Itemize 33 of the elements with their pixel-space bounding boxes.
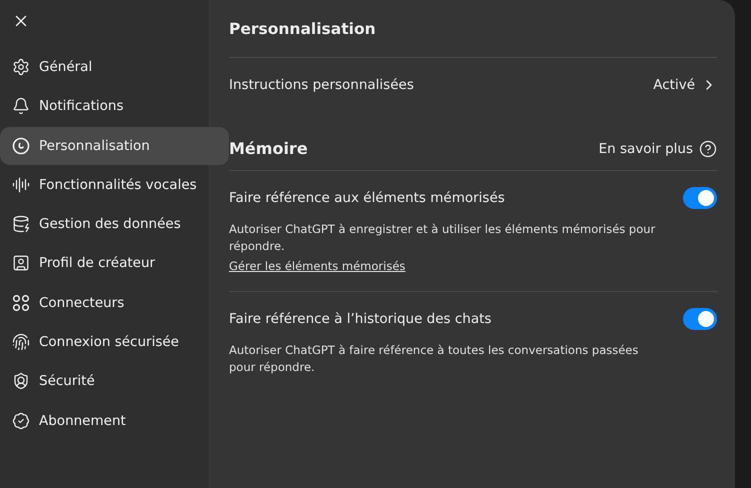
sidebar-item[interactable]: Fonctionnalités vocales	[0, 166, 229, 204]
section-title: Mémoire	[229, 139, 308, 158]
id-badge-icon	[12, 254, 30, 272]
nodes-icon	[12, 294, 30, 312]
custom-instructions-link[interactable]: Activé	[653, 76, 717, 92]
sidebar-item[interactable]: Profil de créateur	[0, 244, 229, 282]
sidebar-item[interactable]: Gestion des données	[0, 205, 229, 244]
setting-description: Autoriser ChatGPT à enregistrer et à utiliser les éléments mémorisés pour répondre.	[229, 221, 656, 255]
circle-icon	[12, 136, 30, 155]
gear-icon	[12, 58, 30, 76]
database-icon	[12, 215, 30, 234]
setting-label: Instructions personnalisées	[229, 76, 414, 92]
sidebar-item[interactable]: Connexion sécurisée	[0, 323, 229, 362]
panel-title: Personnalisation	[229, 20, 717, 58]
setting-description: Autoriser ChatGPT à faire référence à toutes les conversations passées pour répondre.	[229, 342, 640, 376]
shield-user-icon	[12, 372, 30, 390]
sidebar-item[interactable]: Personnalisation	[0, 126, 229, 165]
badge-icon	[12, 412, 30, 430]
sidebar-item[interactable]: Sécurité	[0, 362, 229, 400]
setting-label: Faire référence aux éléments mémorisés	[229, 190, 505, 206]
help-icon	[699, 140, 717, 158]
sound-wave-icon	[12, 176, 30, 194]
fingerprint-icon	[12, 333, 30, 352]
toggle-switch[interactable]	[683, 308, 717, 330]
sidebar-item[interactable]: Abonnement	[0, 402, 229, 440]
toggle-switch[interactable]	[683, 187, 717, 209]
bell-icon	[12, 97, 30, 116]
learn-more-link[interactable]: En savoir plus	[598, 140, 717, 158]
sidebar-item[interactable]: Connecteurs	[0, 284, 229, 322]
sidebar-item[interactable]: Général	[0, 48, 229, 86]
setting-label: Faire référence à l’historique des chats	[229, 311, 492, 327]
sidebar-item[interactable]: Notifications	[0, 87, 229, 126]
manage-memory-link[interactable]: Gérer les éléments mémorisés	[229, 258, 406, 275]
